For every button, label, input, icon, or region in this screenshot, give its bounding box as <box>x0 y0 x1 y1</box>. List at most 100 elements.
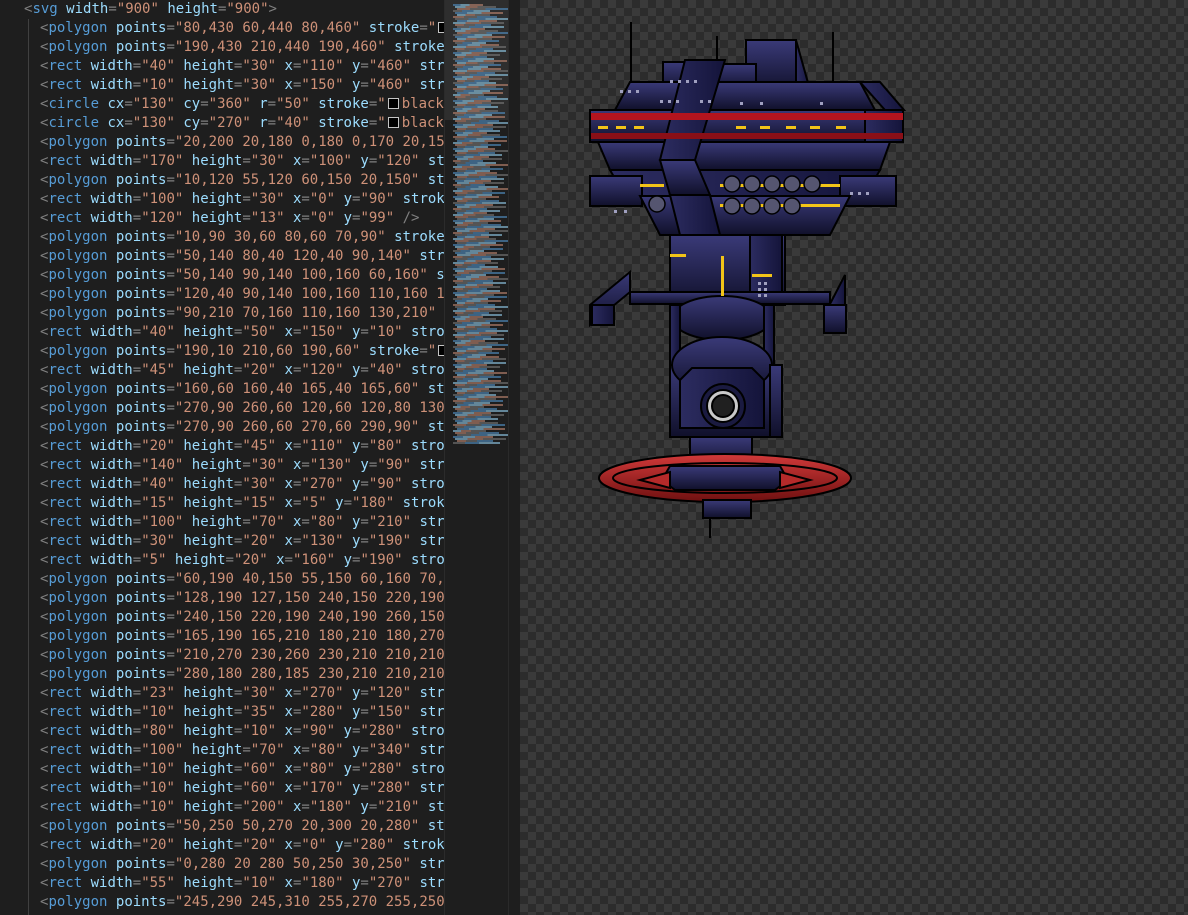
code-line[interactable]: <polygon points="80,430 60,440 80,460" s… <box>40 19 444 38</box>
code-line[interactable]: <polygon points="190,430 210,440 190,460… <box>40 38 444 57</box>
code-line[interactable]: <polygon points="20,200 20,180 0,180 0,1… <box>40 133 444 152</box>
code-token: "5" <box>301 495 327 511</box>
code-line[interactable]: <polygon points="0,280 20 280 50,250 30,… <box>40 855 444 874</box>
code-token: = <box>301 799 310 815</box>
code-token: = <box>360 533 369 549</box>
minimap[interactable] <box>444 0 512 915</box>
code-line[interactable]: <rect width="20" height="20" x="0" y="28… <box>40 836 444 855</box>
code-token: height <box>183 685 234 701</box>
code-token: "460" <box>368 58 412 74</box>
code-line[interactable]: <polygon points="50,140 80,40 120,40 90,… <box>40 247 444 266</box>
code-line[interactable]: <rect width="100" height="30" x="0" y="9… <box>40 190 444 209</box>
code-token: "460" <box>368 77 412 93</box>
code-line[interactable]: <polygon points="50,140 90,140 100,160 6… <box>40 266 444 285</box>
code-editor[interactable]: <svg width="900" height="900"> <polygon p… <box>0 0 444 915</box>
code-token: height <box>191 210 243 226</box>
code-token: "35" <box>242 704 277 720</box>
code-line[interactable]: <rect width="40" height="50" x="150" y="… <box>40 323 444 342</box>
code-token: polygon <box>48 39 108 55</box>
code-line[interactable]: <rect width="15" height="15" x="5" y="18… <box>40 494 444 513</box>
code-line[interactable]: <polygon points="10,90 30,60 80,60 70,90… <box>40 228 444 247</box>
code-token: points <box>115 343 167 359</box>
code-line[interactable]: <circle cx="130" cy="270" r="40" stroke=… <box>40 114 444 133</box>
code-line[interactable]: <polygon points="270,90 260,60 270,60 29… <box>40 418 444 437</box>
code-token: "100" <box>141 742 184 758</box>
code-line[interactable]: <rect width="30" height="20" x="130" y="… <box>40 532 444 551</box>
code-line[interactable]: <polygon points="10,120 55,120 60,150 20… <box>40 171 444 190</box>
code-line[interactable]: <svg width="900" height="900"> <box>24 0 444 19</box>
code-line[interactable]: <rect width="55" height="10" x="180" y="… <box>40 874 444 893</box>
svg-preview-panel <box>520 0 1188 915</box>
code-line[interactable]: <polygon points="245,290 245,310 255,270… <box>40 893 444 912</box>
code-token: "120" <box>141 210 184 226</box>
code-line[interactable]: <rect width="40" height="30" x="270" y="… <box>40 475 444 494</box>
code-token: y <box>343 723 352 739</box>
code-token: height <box>167 1 218 17</box>
code-line[interactable]: <polygon points="50,250 50,270 20,300 20… <box>40 817 444 836</box>
color-swatch-icon[interactable] <box>387 117 399 128</box>
code-line[interactable]: <polygon points="190,10 210,60 190,60" s… <box>40 342 444 361</box>
code-line[interactable]: <polygon points="90,210 70,160 110,160 1… <box>40 304 444 323</box>
code-line[interactable]: <rect width="170" height="30" x="100" y=… <box>40 152 444 171</box>
code-token: "10" <box>141 780 175 796</box>
code-token: "40" <box>368 362 403 378</box>
red-stripe <box>591 113 903 120</box>
code-line[interactable]: <rect width="10" height="30" x="150" y="… <box>40 76 444 95</box>
code-token: height <box>191 514 243 530</box>
code-line[interactable]: <polygon points="60,190 40,150 55,150 60… <box>40 570 444 589</box>
code-line[interactable]: <polygon points="160,60 160,40 165,40 16… <box>40 380 444 399</box>
code-line[interactable]: <rect width="10" height="200" x="180" y=… <box>40 798 444 817</box>
code-line[interactable]: <polygon points="240,150 220,190 240,190… <box>40 608 444 627</box>
color-swatch-icon[interactable] <box>387 98 399 109</box>
code-line[interactable]: <circle cx="130" cy="360" r="50" stroke=… <box>40 95 444 114</box>
code-token: "80" <box>141 723 175 739</box>
code-line[interactable]: <rect width="23" height="30" x="270" y="… <box>40 684 444 703</box>
code-line[interactable]: <rect width="100" height="70" x="80" y="… <box>40 513 444 532</box>
light <box>752 274 772 277</box>
code-token: stroke <box>411 362 444 378</box>
code-line[interactable]: <rect width="45" height="20" x="120" y="… <box>40 361 444 380</box>
code-line[interactable]: <rect width="10" height="60" x="170" y="… <box>40 779 444 798</box>
code-line[interactable]: <rect width="120" height="13" x="0" y="9… <box>40 209 444 228</box>
code-line[interactable]: <rect width="10" height="35" x="280" y="… <box>40 703 444 722</box>
code-token: "280" <box>352 837 395 853</box>
code-token: stroke <box>318 96 369 112</box>
code-token: polygon <box>48 305 108 321</box>
code-token: = <box>166 248 175 264</box>
code-line[interactable]: <rect width="140" height="30" x="130" y=… <box>40 456 444 475</box>
code-line[interactable]: <rect width="80" height="10" x="90" y="2… <box>40 722 444 741</box>
code-token: = <box>132 552 142 568</box>
code-line[interactable]: <polygon points="120,40 90,140 100,160 1… <box>40 285 444 304</box>
code-token: "165,190 165,210 180,210 180,270 210, <box>174 628 444 644</box>
code-line[interactable]: <rect width="10" height="60" x="80" y="2… <box>40 760 444 779</box>
code-line[interactable]: <polygon points="280,180 280,185 230,210… <box>40 665 444 684</box>
hull-upper-deck <box>613 81 877 111</box>
light <box>736 126 746 129</box>
code-line[interactable]: <polygon points="210,270 230,260 230,210… <box>40 646 444 665</box>
code-line[interactable]: <polygon points="270,90 260,60 120,60 12… <box>40 399 444 418</box>
code-line[interactable]: <rect width="20" height="45" x="110" y="… <box>40 437 444 456</box>
code-token: = <box>166 571 175 587</box>
code-line[interactable]: <polygon points="165,190 165,210 180,210… <box>40 627 444 646</box>
code-token: "270" <box>301 476 344 492</box>
code-token: "170" <box>301 780 344 796</box>
code-token: height <box>191 191 243 207</box>
code-token: x <box>284 77 293 93</box>
code-token: "360" <box>208 96 251 112</box>
code-line[interactable]: <polygon points="128,190 127,150 240,150… <box>40 589 444 608</box>
code-token: "80" <box>368 438 403 454</box>
code-line[interactable]: <rect width="40" height="30" x="110" y="… <box>40 57 444 76</box>
code-token: y <box>343 552 352 568</box>
code-token: = <box>166 172 175 188</box>
code-line[interactable]: <rect width="100" height="70" x="80" y="… <box>40 741 444 760</box>
code-line[interactable]: <rect width="5" height="20" x="160" y="1… <box>40 551 444 570</box>
